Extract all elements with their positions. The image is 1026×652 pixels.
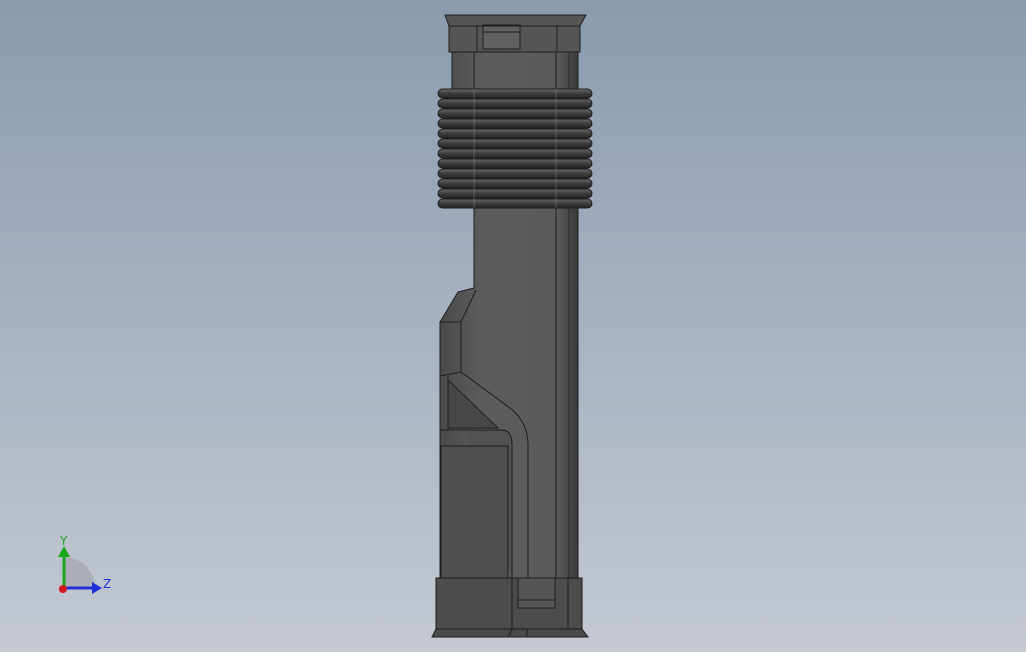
- rib: [437, 158, 593, 169]
- rib: [437, 98, 593, 109]
- rib: [437, 118, 593, 129]
- tube-part-model[interactable]: [431, 14, 593, 638]
- rib: [437, 128, 593, 139]
- rib: [437, 138, 593, 149]
- graphics-viewport[interactable]: Y Z: [0, 0, 1026, 652]
- y-axis-label: Y: [59, 534, 68, 548]
- lower-recess: [440, 445, 509, 579]
- x-axis-point: [59, 585, 67, 593]
- rib: [437, 198, 593, 209]
- bottom-collar: [435, 577, 583, 630]
- rib: [437, 88, 593, 99]
- rib: [437, 148, 593, 159]
- z-axis-label: Z: [103, 577, 111, 591]
- top-slot: [482, 24, 521, 50]
- corrugated-ribs: [437, 88, 593, 209]
- viewport-canvas[interactable]: Y Z: [0, 0, 1026, 652]
- rib: [437, 108, 593, 119]
- rib: [437, 178, 593, 189]
- rib: [437, 168, 593, 179]
- bottom-slot: [517, 577, 556, 609]
- rib: [437, 188, 593, 199]
